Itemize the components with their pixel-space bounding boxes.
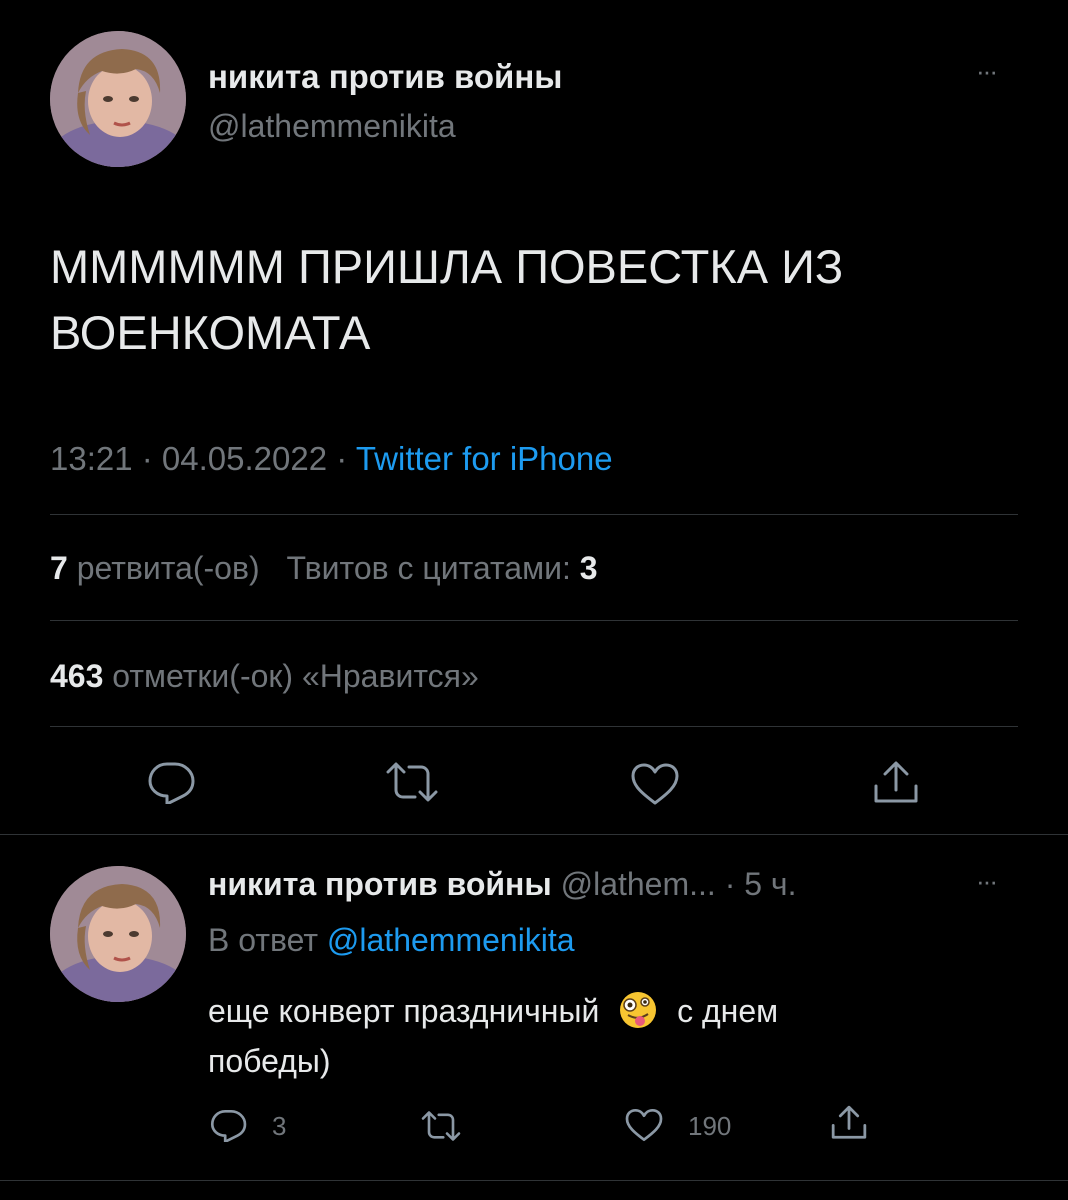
reply-text-part: еще конверт праздничный bbox=[208, 993, 600, 1029]
retweet-icon bbox=[386, 762, 438, 802]
reply-text-part: с днем bbox=[677, 993, 779, 1029]
reply-button[interactable] bbox=[210, 1108, 248, 1142]
more-options-button[interactable]: ··· bbox=[976, 58, 998, 84]
share-icon bbox=[831, 1105, 867, 1139]
retweets-label: ретвита(-ов) bbox=[67, 550, 260, 586]
like-icon bbox=[631, 763, 679, 805]
reply-button[interactable] bbox=[147, 760, 197, 804]
avatar-photo bbox=[50, 866, 186, 1002]
tweet-text-line: ММММММ ПРИШЛА ПОВЕСТКА ИЗ bbox=[50, 240, 844, 293]
avatar[interactable] bbox=[50, 866, 186, 1002]
retweet-icon bbox=[421, 1111, 461, 1141]
like-button[interactable] bbox=[630, 762, 680, 806]
zany-face-emoji bbox=[620, 992, 657, 1028]
reply-icon bbox=[210, 1109, 247, 1142]
retweet-button[interactable] bbox=[384, 762, 440, 802]
reply-icon bbox=[148, 762, 195, 804]
quotes-link[interactable]: Твитов с цитатами: 3 bbox=[287, 550, 598, 586]
like-button[interactable] bbox=[624, 1108, 664, 1142]
tweet-text-line: ВОЕНКОМАТА bbox=[50, 306, 371, 359]
reply-prefix: В ответ bbox=[208, 922, 327, 958]
avatar[interactable] bbox=[50, 31, 186, 167]
quotes-label: Твитов с цитатами: bbox=[286, 550, 580, 586]
reply-text: еще конверт праздничный с днем победы) bbox=[208, 986, 778, 1086]
reply-header: никита против войны @lathem... · 5 ч. bbox=[208, 866, 796, 903]
section-divider bbox=[0, 834, 1068, 835]
quotes-count: 3 bbox=[579, 550, 598, 586]
reply-handle-link[interactable]: @lathemmenikita bbox=[327, 922, 575, 958]
reply-context: В ответ @lathemmenikita bbox=[208, 922, 575, 959]
like-icon bbox=[625, 1108, 663, 1142]
share-icon bbox=[874, 761, 918, 803]
likes-label: отметки(-ок) «Нравится» bbox=[103, 658, 479, 694]
tweet-stats-likes[interactable]: 463 отметки(-ок) «Нравится» bbox=[50, 658, 479, 695]
bottom-divider bbox=[0, 1180, 1068, 1181]
reply-count: 3 bbox=[272, 1111, 287, 1141]
retweets-count: 7 bbox=[50, 550, 68, 586]
avatar-photo bbox=[50, 31, 186, 167]
more-options-button[interactable]: ··· bbox=[976, 868, 998, 894]
reply-text-line: еще конверт праздничный с днем bbox=[208, 986, 778, 1036]
tweet-text: ММММММ ПРИШЛА ПОВЕСТКА ИЗ ВОЕНКОМАТА bbox=[50, 234, 843, 366]
divider bbox=[50, 726, 1018, 727]
share-button[interactable] bbox=[872, 760, 920, 806]
divider bbox=[50, 620, 1018, 621]
reply-text-line: победы) bbox=[208, 1043, 331, 1079]
tweet-timestamp-row: 13:21 · 04.05.2022 · Twitter for iPhone bbox=[50, 440, 613, 478]
share-button[interactable] bbox=[830, 1104, 868, 1142]
tweet-timestamp[interactable]: 13:21 · 04.05.2022 · bbox=[50, 440, 356, 477]
display-name[interactable]: никита против войны bbox=[208, 58, 562, 96]
likes-count: 463 bbox=[50, 658, 104, 694]
display-name[interactable]: никита против войны bbox=[208, 866, 552, 902]
handle-and-time[interactable]: @lathem... · 5 ч. bbox=[552, 866, 797, 902]
retweet-button[interactable] bbox=[420, 1110, 462, 1142]
retweets-link[interactable]: 7 ретвита(-ов) bbox=[50, 550, 260, 586]
user-handle[interactable]: @lathemmenikita bbox=[208, 108, 456, 145]
like-count: 190 bbox=[688, 1111, 732, 1141]
tweet-source-link[interactable]: Twitter for iPhone bbox=[356, 440, 613, 477]
tweet-stats-retweets: 7 ретвита(-ов) Твитов с цитатами: 3 bbox=[50, 550, 598, 587]
divider bbox=[50, 514, 1018, 515]
